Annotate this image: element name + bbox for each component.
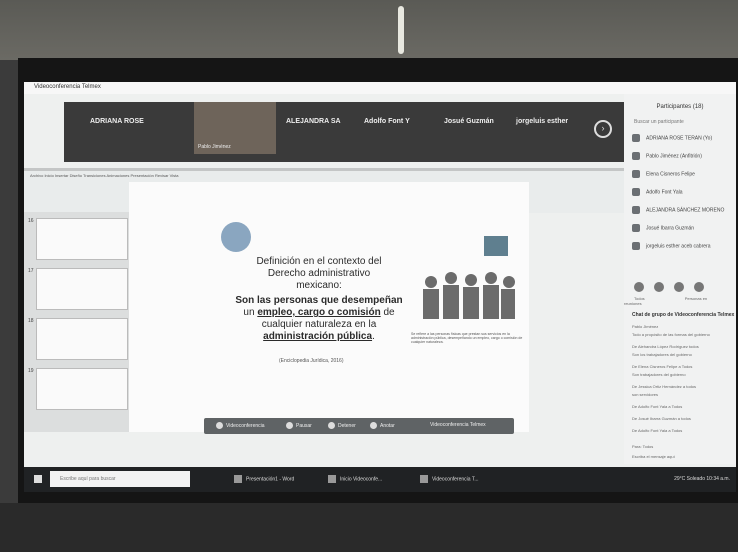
thumb-number: 18 bbox=[28, 318, 34, 324]
avatar-icon bbox=[632, 152, 640, 160]
participant-row[interactable]: Josué Ibarra Guzmán bbox=[632, 224, 694, 232]
participant-row[interactable]: Pablo Jiménez (Anfitrión) bbox=[632, 152, 702, 160]
chat-message: De Jessica Ortiz Hernández a todos bbox=[632, 384, 697, 389]
slide-thumbnail[interactable] bbox=[36, 218, 128, 260]
desk-surface bbox=[0, 503, 738, 552]
slide-paragraph: Se refiere a las personas físicas que pr… bbox=[411, 332, 523, 344]
body-text: un bbox=[243, 307, 258, 318]
annotate-button[interactable]: Anotar bbox=[370, 422, 395, 429]
chat-message: Son trabajadores del gobierno bbox=[632, 372, 686, 377]
reaction-icon[interactable] bbox=[694, 282, 704, 292]
slide-thumbnail[interactable] bbox=[36, 368, 128, 410]
slide-citation: (Enciclopedia Jurídica, 2016) bbox=[279, 358, 344, 364]
avatar-icon bbox=[632, 242, 640, 250]
participant-name[interactable]: Josué Guzmán bbox=[444, 118, 494, 125]
participant-row[interactable]: jorgeluis esther aceb cabrera bbox=[632, 242, 710, 250]
chat-message: son servidores bbox=[632, 392, 659, 397]
participant-name[interactable]: jorgeluis esther bbox=[516, 118, 568, 125]
chat-message: Todo a propósito de las formas del gobie… bbox=[632, 332, 710, 337]
participant-search[interactable]: Buscar un participante bbox=[634, 119, 684, 125]
window-titlebar: Videoconferencia Telmex bbox=[24, 82, 736, 94]
video-caption: Pablo Jiménez bbox=[198, 144, 231, 150]
participant-name[interactable]: ALEJANDRA SA bbox=[286, 118, 341, 125]
chat-message: Son los trabajadores del gobierno bbox=[632, 352, 692, 357]
chat-header: Chat de grupo de Videoconferencia Telmex bbox=[632, 312, 735, 318]
chat-message: Pablo Jiménez bbox=[632, 324, 659, 329]
reaction-icon[interactable] bbox=[654, 282, 664, 292]
chat-recipient[interactable]: Para: Todos bbox=[632, 444, 653, 449]
room-wall bbox=[0, 0, 738, 60]
participant-name[interactable]: ADRIANA ROSE bbox=[90, 118, 144, 125]
video-strip: ADRIANA ROSE Pablo Jiménez ALEJANDRA SA … bbox=[64, 102, 624, 162]
body-underline: empleo, cargo o comisión bbox=[257, 307, 381, 318]
chat-input[interactable]: Escriba el mensaje aquí bbox=[632, 454, 675, 459]
pause-button[interactable]: Pausar bbox=[286, 422, 312, 429]
reaction-icon[interactable] bbox=[634, 282, 644, 292]
chat-tabs: Todos Personas en reuniones bbox=[624, 296, 736, 306]
share-item[interactable]: Videoconferencia bbox=[216, 422, 265, 429]
slide-thumbnail[interactable] bbox=[36, 268, 128, 310]
slide-title: Definición en el contexto del Derecho ad… bbox=[229, 256, 409, 343]
taskbar-app-videoconf[interactable]: Inicio Videoconfe... bbox=[328, 475, 382, 483]
participant-row[interactable]: Adolfo Font Yala bbox=[632, 188, 683, 196]
people-illustration-icon bbox=[423, 272, 515, 319]
screen-share-bar: Videoconferencia Pausar Detener Anotar V… bbox=[204, 418, 514, 434]
ribbon-tabs[interactable]: Archivo Inicio Insertar Diseño Transicio… bbox=[24, 171, 624, 180]
taskbar-app-videoconf-2[interactable]: Videoconferencia T... bbox=[420, 475, 479, 483]
participants-panel: Participantes (18) Buscar un participant… bbox=[624, 94, 736, 464]
next-video-button[interactable]: › bbox=[594, 120, 612, 138]
institution-logo-icon bbox=[221, 222, 251, 252]
badge-icon bbox=[484, 236, 508, 256]
avatar-icon bbox=[632, 188, 640, 196]
body-underline: administración pública bbox=[263, 331, 373, 342]
participant-video[interactable]: Pablo Jiménez bbox=[194, 102, 276, 154]
share-title: Videoconferencia Telmex bbox=[430, 422, 486, 428]
avatar-icon bbox=[632, 170, 640, 178]
body-bold: Son las personas que desempeñan bbox=[235, 295, 403, 306]
system-tray[interactable]: 29°C Soleado 10:34 a.m. bbox=[674, 476, 730, 482]
title-line: mexicano: bbox=[296, 280, 342, 291]
chat-message: De Alehandra López Rodríguez todos bbox=[632, 344, 699, 349]
thumb-number: 19 bbox=[28, 368, 34, 374]
ceiling-light bbox=[398, 6, 404, 54]
reaction-icon[interactable] bbox=[674, 282, 684, 292]
avatar-icon bbox=[632, 224, 640, 232]
slide-thumbnail[interactable] bbox=[36, 318, 128, 360]
windows-taskbar: Escribe aquí para buscar Presentación1 -… bbox=[24, 467, 736, 492]
chat-message: De Adolfo Font Yala a Todos bbox=[632, 404, 683, 409]
panel-header: Participantes (18) bbox=[656, 104, 704, 110]
window-title: Videoconferencia Telmex bbox=[34, 84, 101, 90]
avatar-icon bbox=[632, 206, 640, 214]
windows-start-icon[interactable] bbox=[34, 475, 42, 483]
taskbar-search[interactable]: Escribe aquí para buscar bbox=[50, 471, 190, 487]
participant-row[interactable]: ADRIANA ROSE TERAN (Yo) bbox=[632, 134, 712, 142]
stop-button[interactable]: Detener bbox=[328, 422, 356, 429]
body-text: . bbox=[372, 331, 375, 342]
avatar-icon bbox=[632, 134, 640, 142]
participant-row[interactable]: ALEJANDRA SÁNCHEZ MORENO bbox=[632, 206, 724, 214]
participant-row[interactable]: Elena Cisneros Felipe bbox=[632, 170, 695, 178]
chat-message: De Adolfo Font Yala a Todos bbox=[632, 428, 683, 433]
title-line: Definición en el contexto del bbox=[256, 256, 382, 267]
reaction-bar bbox=[634, 279, 714, 297]
taskbar-app-word[interactable]: Presentación1 - Word bbox=[234, 475, 294, 483]
slide-thumbnails: 16 17 18 19 bbox=[24, 212, 144, 432]
slide-canvas: Definición en el contexto del Derecho ad… bbox=[129, 182, 529, 432]
chat-message: De Josué Ibarra Guzmán a todos bbox=[632, 416, 691, 421]
participant-name[interactable]: Adolfo Font Y bbox=[364, 118, 410, 125]
title-line: Derecho administrativo bbox=[267, 268, 371, 279]
screen: Videoconferencia Telmex ADRIANA ROSE Pab… bbox=[24, 82, 736, 492]
thumb-number: 16 bbox=[28, 218, 34, 224]
chat-message: De Elena Cisneros Felipe a Todos bbox=[632, 364, 693, 369]
thumb-number: 17 bbox=[28, 268, 34, 274]
